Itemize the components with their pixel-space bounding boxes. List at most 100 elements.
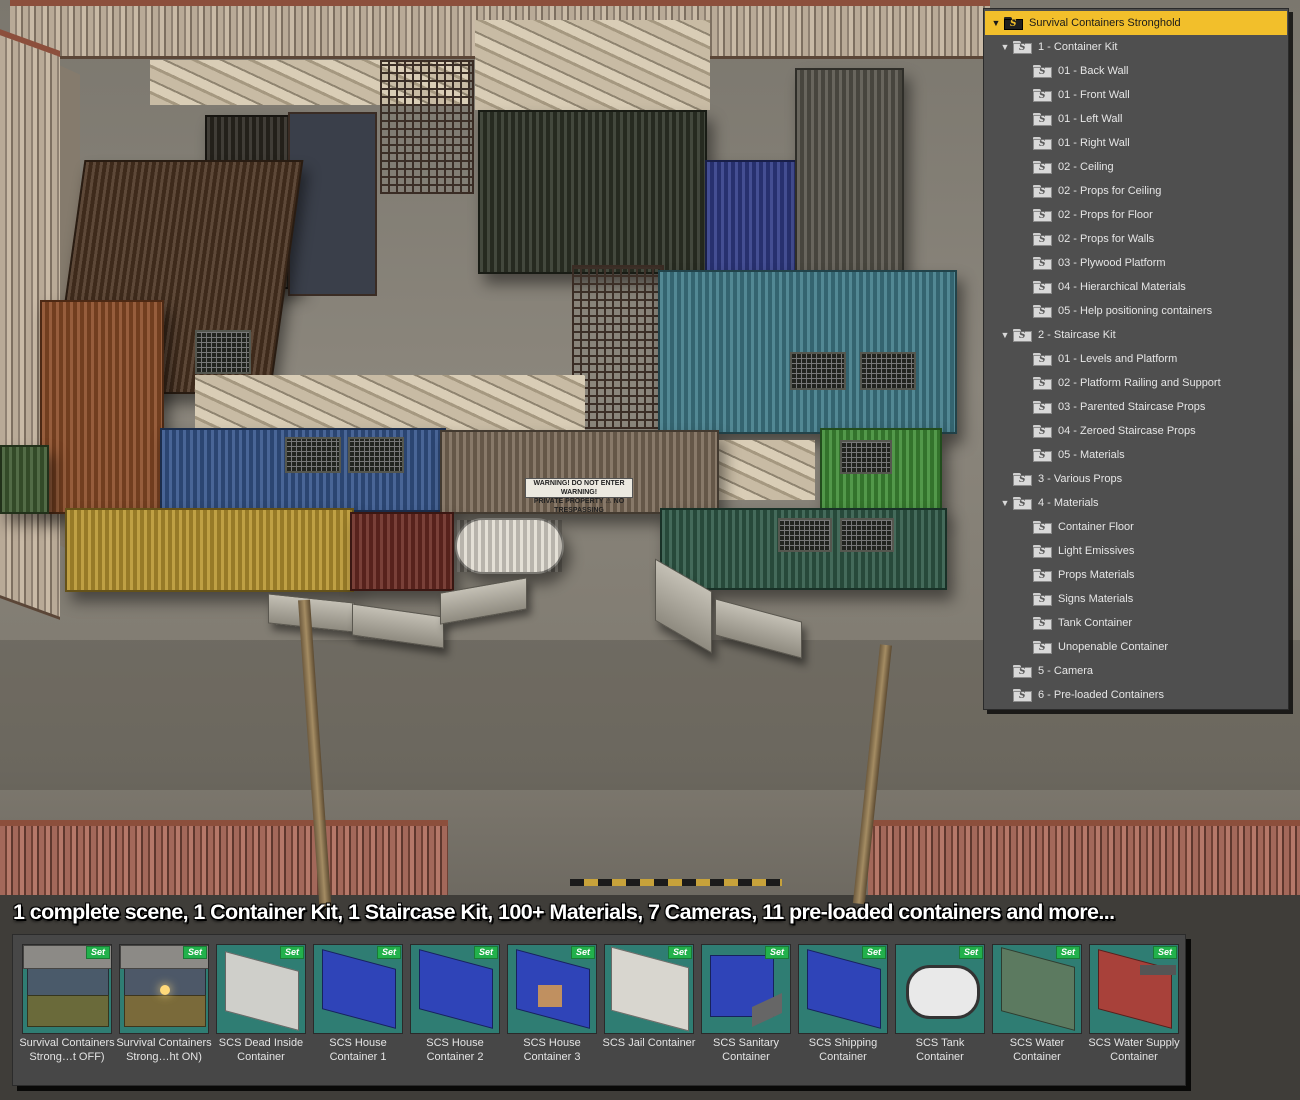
folder-icon	[1033, 184, 1052, 198]
folder-icon	[1033, 424, 1052, 438]
thumbnail-label: SCS Jail Container	[602, 1037, 696, 1049]
tree-item-label: 01 - Back Wall	[1058, 65, 1129, 77]
thumbnail-image[interactable]: Set	[1089, 944, 1179, 1034]
tree-item[interactable]: Tank Container	[984, 611, 1288, 635]
tree-item[interactable]: Container Floor	[984, 515, 1288, 539]
thumbnail-image[interactable]: Set	[22, 944, 112, 1034]
content-thumbnail[interactable]: Set SCS Sanitary Container	[701, 944, 793, 1084]
tree-item[interactable]: 01 - Back Wall	[984, 59, 1288, 83]
content-thumbnail[interactable]: Set SCS Shipping Container	[798, 944, 890, 1084]
tree-item-label: 02 - Props for Ceiling	[1058, 185, 1162, 197]
tree-item[interactable]: 01 - Right Wall	[984, 131, 1288, 155]
red-gate-frame	[350, 512, 454, 591]
folder-icon	[1033, 280, 1052, 294]
back-container-black	[478, 110, 707, 274]
tree-item[interactable]: 04 - Hierarchical Materials	[984, 275, 1288, 299]
tree-root-item[interactable]: ▼ Survival Containers Stronghold	[985, 11, 1287, 35]
tree-item[interactable]: 04 - Zeroed Staircase Props	[984, 419, 1288, 443]
expand-arrow-icon[interactable]: ▼	[991, 18, 1001, 28]
folder-icon	[1013, 40, 1032, 54]
yellow-container	[65, 508, 354, 592]
set-badge: Set	[570, 946, 595, 959]
tree-item[interactable]: 01 - Left Wall	[984, 107, 1288, 131]
tree-item-label: 6 - Pre-loaded Containers	[1038, 689, 1164, 701]
thumbnail-image[interactable]: Set	[701, 944, 791, 1034]
thumbnail-image[interactable]: Set	[119, 944, 209, 1034]
tree-item[interactable]: 02 - Platform Railing and Support	[984, 371, 1288, 395]
tree-item[interactable]: Props Materials	[984, 563, 1288, 587]
tree-item-label: 01 - Levels and Platform	[1058, 353, 1178, 365]
stair-tower	[288, 112, 377, 296]
tree-item[interactable]: ▼ 4 - Materials	[984, 491, 1288, 515]
content-thumbnail[interactable]: Set SCS Tank Container	[895, 944, 987, 1084]
warning-sign-line2: PRIVATE PROPERTY ⚠ NO TRESPASSING	[533, 498, 625, 514]
tree-item-label: Tank Container	[1058, 617, 1132, 629]
debris-planks	[195, 375, 585, 430]
tree-item[interactable]: 01 - Levels and Platform	[984, 347, 1288, 371]
set-badge: Set	[279, 946, 304, 959]
folder-icon	[1033, 376, 1052, 390]
tree-item-label: 5 - Camera	[1038, 665, 1094, 677]
folder-icon	[1033, 448, 1052, 462]
middle-cage	[572, 265, 664, 429]
content-thumbnail[interactable]: Set SCS House Container 1	[313, 944, 405, 1084]
tree-item[interactable]: 05 - Materials	[984, 443, 1288, 467]
tree-item-label: 1 - Container Kit	[1038, 41, 1118, 53]
thumbnail-label: SCS Water Container	[1009, 1037, 1065, 1063]
tree-item-label: 02 - Ceiling	[1058, 161, 1114, 173]
teal-window-2	[860, 352, 916, 390]
folder-icon	[1004, 16, 1023, 30]
content-thumbnail[interactable]: Set Survival Containers Strong…ht ON)	[116, 944, 212, 1084]
content-thumbnail[interactable]: Set SCS Water Supply Container	[1088, 944, 1181, 1084]
expand-arrow-icon[interactable]: ▼	[1000, 330, 1010, 340]
thumbnail-image[interactable]: Set	[992, 944, 1082, 1034]
debris-planks-2	[715, 440, 815, 500]
thumbnail-image[interactable]: Set	[216, 944, 306, 1034]
expand-arrow-icon[interactable]: ▼	[1000, 498, 1010, 508]
thumbnail-label: SCS House Container 1	[329, 1037, 387, 1063]
tree-item[interactable]: 01 - Front Wall	[984, 83, 1288, 107]
tree-item[interactable]: ▼ 1 - Container Kit	[984, 35, 1288, 59]
thumbnail-image[interactable]: Set	[798, 944, 888, 1034]
content-thumbnail[interactable]: Set SCS Jail Container	[603, 944, 696, 1084]
expand-arrow-icon[interactable]: ▼	[1000, 42, 1010, 52]
content-thumbnail[interactable]: Set SCS House Container 3	[507, 944, 599, 1084]
thumbnail-image[interactable]: Set	[895, 944, 985, 1034]
content-thumbnail[interactable]: Set SCS Dead Inside Container	[216, 944, 308, 1084]
folder-icon	[1033, 256, 1052, 270]
folder-icon	[1013, 472, 1032, 486]
tree-item[interactable]: 6 - Pre-loaded Containers	[984, 683, 1288, 707]
tree-item[interactable]: 02 - Ceiling	[984, 155, 1288, 179]
tree-item[interactable]: 02 - Props for Ceiling	[984, 179, 1288, 203]
promo-caption: 1 complete scene, 1 Container Kit, 1 Sta…	[13, 900, 1115, 924]
tank	[455, 518, 564, 574]
set-badge: Set	[958, 946, 983, 959]
thumbnail-image[interactable]: Set	[410, 944, 500, 1034]
tree-item[interactable]: ▼ 2 - Staircase Kit	[984, 323, 1288, 347]
thumbnail-image[interactable]: Set	[313, 944, 403, 1034]
folder-icon	[1033, 616, 1052, 630]
tree-item-label: 02 - Props for Walls	[1058, 233, 1155, 245]
tree-item[interactable]: 3 - Various Props	[984, 467, 1288, 491]
tree-item[interactable]: 03 - Plywood Platform	[984, 251, 1288, 275]
set-badge: Set	[667, 946, 692, 959]
thumbnail-label: SCS Dead Inside Container	[218, 1037, 304, 1063]
thumbnail-image[interactable]: Set	[507, 944, 597, 1034]
back-platform-2	[475, 20, 710, 110]
tree-item[interactable]: 03 - Parented Staircase Props	[984, 395, 1288, 419]
tree-item[interactable]: 05 - Help positioning containers	[984, 299, 1288, 323]
thumbnail-image[interactable]: Set	[604, 944, 694, 1034]
tree-item[interactable]: Unopenable Container	[984, 635, 1288, 659]
content-thumbnail[interactable]: Set Survival Containers Strong…t OFF)	[19, 944, 115, 1084]
thumbnail-label: Survival Containers Strong…t OFF)	[19, 1037, 115, 1063]
folder-icon	[1033, 568, 1052, 582]
tree-item[interactable]: Signs Materials	[984, 587, 1288, 611]
tree-item[interactable]: 5 - Camera	[984, 659, 1288, 683]
tree-item[interactable]: 02 - Props for Floor	[984, 203, 1288, 227]
tree-item[interactable]: Light Emissives	[984, 539, 1288, 563]
content-thumbnail[interactable]: Set SCS Water Container	[992, 944, 1084, 1084]
content-thumbnail[interactable]: Set SCS House Container 2	[410, 944, 502, 1084]
tree-item-label: Unopenable Container	[1058, 641, 1169, 653]
tree-item[interactable]: 02 - Props for Walls	[984, 227, 1288, 251]
back-container-grey	[795, 68, 904, 272]
